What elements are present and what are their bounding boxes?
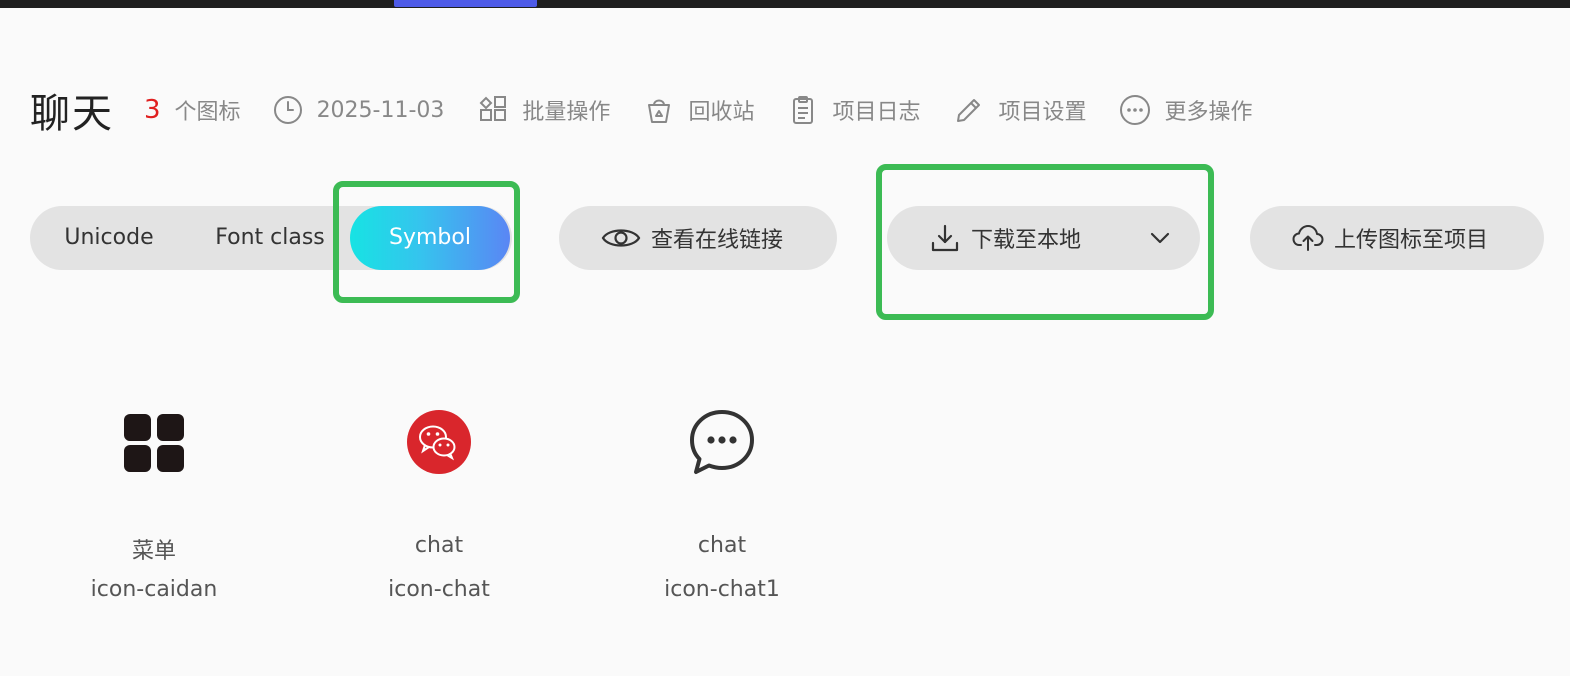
project-title: 聊天 [30,91,114,137]
icon-card[interactable]: 菜单 icon-caidan [54,400,254,620]
icon-name: 菜单 [131,539,176,564]
icon-name: chat [697,533,747,558]
batch-grid-icon [476,93,510,127]
recycle-bin-button[interactable]: 回收站 [642,93,754,127]
view-online-link-label: 查看在线链接 [651,228,784,253]
cloud-upload-icon [1292,224,1324,252]
tab-symbol[interactable]: Symbol [350,206,510,270]
icon-code: icon-chat1 [664,577,780,602]
icon-code: icon-chat [388,577,490,602]
menu-grid-icon [124,414,184,472]
project-header: 聊天 3 个图标 2025-11-03 批量操作 回收站 项目日志 项目设置 更… [30,84,1285,137]
wechat-icon [407,410,471,474]
icon-code: icon-caidan [90,577,218,602]
upload-to-project-label: 上传图标至项目 [1334,228,1489,253]
icon-card[interactable]: chat icon-chat1 [622,400,822,620]
recycle-bin-label: 回收站 [688,100,755,125]
clipboard-log-icon [786,93,820,127]
download-icon [929,223,961,253]
date-text: 2025-11-03 [316,97,445,123]
more-actions-label: 更多操作 [1164,100,1253,125]
tab-font-class[interactable]: Font class [200,206,340,270]
active-tab-indicator [394,0,537,7]
tab-unicode[interactable]: Unicode [30,206,188,270]
project-log-button[interactable]: 项目日志 [786,93,920,127]
download-local-label: 下载至本地 [971,228,1082,253]
clock-icon [271,93,305,127]
project-settings-label: 项目设置 [998,100,1087,125]
icon-count: 3 [144,95,161,125]
download-local-button[interactable]: 下载至本地 [887,206,1200,270]
upload-to-project-button[interactable]: 上传图标至项目 [1250,206,1544,270]
recycle-bin-icon [642,93,676,127]
batch-operation-button[interactable]: 批量操作 [476,93,610,127]
project-date: 2025-11-03 [271,93,445,127]
project-settings-button[interactable]: 项目设置 [952,93,1086,127]
chevron-down-icon[interactable] [1148,226,1172,250]
chat-bubble-icon [690,410,754,474]
more-dots-icon [1118,93,1152,127]
format-tabs: Unicode Font class Symbol [30,206,512,270]
more-actions-button[interactable]: 更多操作 [1118,93,1253,127]
icon-card[interactable]: chat icon-chat [339,400,539,620]
icon-name: chat [414,533,464,558]
pencil-settings-icon [952,93,986,127]
view-online-link-button[interactable]: 查看在线链接 [559,206,837,270]
icon-count-label: 个图标 [174,100,241,125]
project-log-label: 项目日志 [832,100,921,125]
batch-operation-label: 批量操作 [522,100,611,125]
eye-icon [601,225,641,251]
browser-top-bar [0,0,1570,8]
